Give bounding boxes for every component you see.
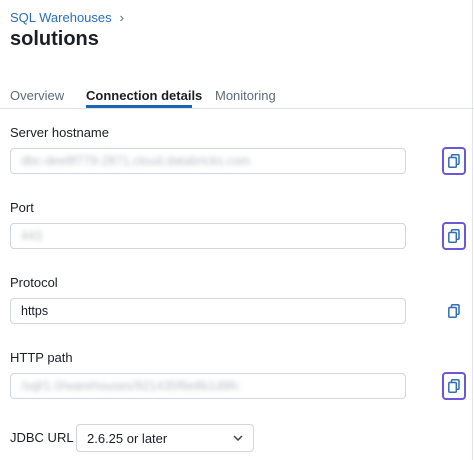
protocol-field[interactable]: https: [10, 298, 406, 324]
active-tab-indicator: [86, 105, 192, 108]
tab-monitoring[interactable]: Monitoring: [215, 88, 276, 103]
jdbc-version-value: 2.6.25 or later: [87, 430, 168, 446]
page-title: solutions: [10, 28, 99, 50]
copy-protocol-button[interactable]: [442, 297, 466, 325]
copy-server-hostname-button[interactable]: [442, 147, 466, 175]
chevron-down-icon: [233, 435, 243, 441]
copy-icon: [448, 229, 460, 243]
tab-connection-details[interactable]: Connection details: [86, 88, 202, 103]
jdbc-url-label: JDBC URL: [10, 430, 74, 445]
breadcrumb-sql-warehouses[interactable]: SQL Warehouses: [10, 10, 112, 25]
copy-http-path-button[interactable]: [442, 372, 466, 400]
http-path-label: HTTP path: [10, 350, 73, 365]
tab-bar: Overview Connection details Monitoring: [0, 84, 474, 109]
tab-overview[interactable]: Overview: [10, 88, 64, 103]
port-label: Port: [10, 200, 34, 215]
protocol-label: Protocol: [10, 275, 58, 290]
jdbc-version-select[interactable]: 2.6.25 or later: [76, 424, 254, 452]
server-hostname-label: Server hostname: [10, 125, 109, 140]
copy-icon: [448, 304, 460, 318]
breadcrumb: SQL Warehouses ›: [10, 10, 124, 25]
http-path-field[interactable]: /sql/1.0/warehouses/921435f6e8b1d9fc: [10, 373, 406, 399]
port-value: 443: [21, 229, 42, 243]
port-field[interactable]: 443: [10, 223, 406, 249]
copy-icon: [448, 154, 460, 168]
protocol-value: https: [21, 304, 49, 318]
panel-edge: [472, 0, 473, 460]
http-path-value: /sql/1.0/warehouses/921435f6e8b1d9fc: [21, 379, 240, 393]
chevron-right-icon: ›: [119, 10, 124, 25]
copy-port-button[interactable]: [442, 222, 466, 250]
server-hostname-value: dbc-dee8f779-2871.cloud.databricks.com: [21, 154, 251, 168]
server-hostname-field[interactable]: dbc-dee8f779-2871.cloud.databricks.com: [10, 148, 406, 174]
copy-icon: [448, 379, 460, 393]
